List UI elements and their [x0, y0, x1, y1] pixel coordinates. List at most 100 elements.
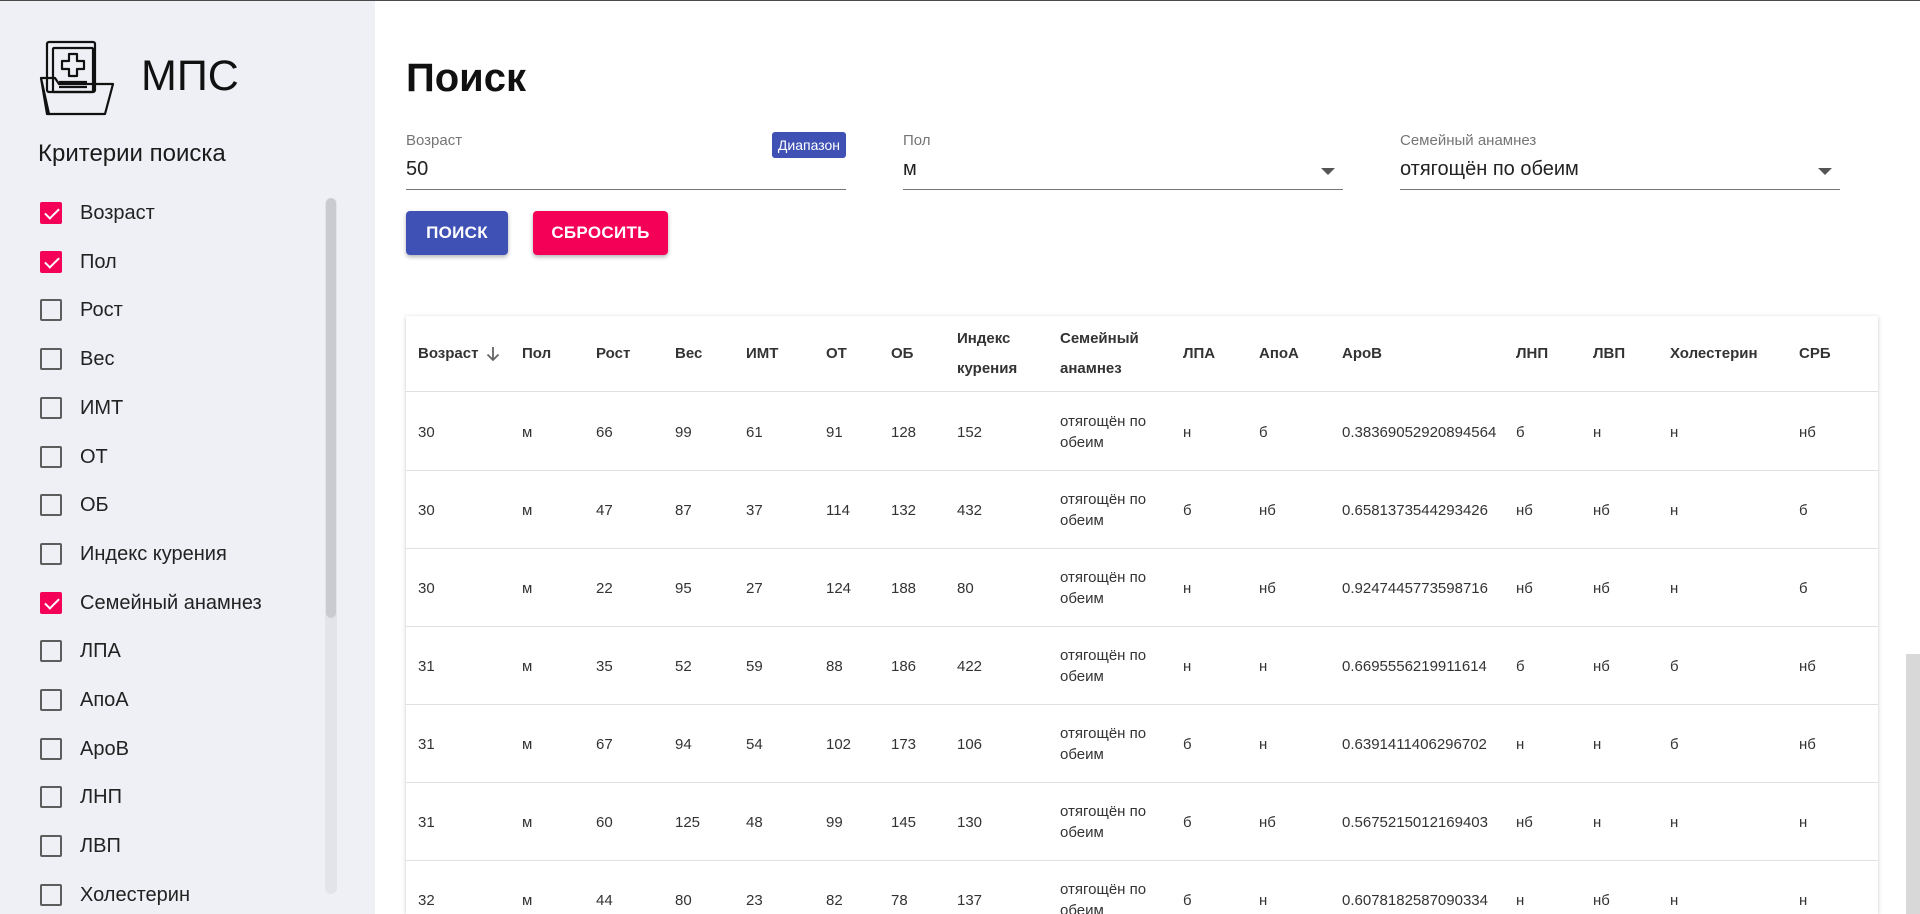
table-cell: б — [1259, 423, 1268, 441]
column-header[interactable]: ИМТ — [746, 316, 778, 392]
range-chip[interactable]: Диапазон — [771, 132, 846, 158]
checkbox[interactable] — [40, 689, 62, 711]
table-cell: нб — [1259, 813, 1276, 831]
criteria-item[interactable]: ИМТ — [40, 393, 123, 423]
checkbox[interactable] — [40, 299, 62, 321]
criteria-item[interactable]: ЛНП — [40, 782, 122, 812]
column-header[interactable]: ЛНП — [1516, 316, 1548, 392]
chevron-down-icon[interactable] — [1321, 168, 1335, 175]
column-header[interactable]: ЛПА — [1183, 316, 1215, 392]
table-cell: отягощён по обеим — [1060, 413, 1147, 451]
table-cell: 35 — [596, 657, 613, 675]
criteria-item[interactable]: АроВ — [40, 734, 129, 764]
table-row[interactable]: 31 м 67 94 54 102 173 106 отягощён по обеим б н 0.6… — [406, 705, 1878, 783]
table-cell: 124 — [826, 579, 852, 597]
family-history-select-value[interactable]: отягощён по обеим — [1400, 158, 1579, 181]
table-cell: м — [522, 813, 533, 831]
checkbox[interactable] — [40, 543, 62, 565]
family-history-select[interactable]: Семейный анамнез отягощён по обеим — [1400, 130, 1840, 190]
checkbox[interactable] — [40, 446, 62, 468]
table-row[interactable]: 30 м 66 99 61 91 128 152 отягощён по обеим н б 0.38… — [406, 393, 1878, 471]
column-header-label: ЛНП — [1516, 345, 1549, 362]
sidebar-scrollbar-thumb[interactable] — [326, 198, 336, 618]
criteria-item[interactable]: ЛВП — [40, 831, 121, 861]
search-button[interactable]: ПОИСК — [406, 211, 508, 255]
column-header[interactable]: ЛВП — [1593, 316, 1625, 392]
criteria-item[interactable]: АпоА — [40, 685, 129, 715]
checkbox[interactable] — [40, 640, 62, 662]
table-cell: н — [1259, 891, 1268, 909]
criteria-label: Индекс курения — [80, 542, 227, 565]
table-row[interactable]: 30 м 47 87 37 114 132 432 отягощён по обеим б нб 0.… — [406, 471, 1878, 549]
table-row[interactable]: 31 м 35 52 59 88 186 422 отягощён по обеим н н 0.66… — [406, 627, 1878, 705]
table-cell: б — [1183, 735, 1192, 753]
table-cell: б — [1183, 501, 1192, 519]
column-header[interactable]: АроВ — [1342, 316, 1382, 392]
sex-select[interactable]: Пол м — [903, 130, 1343, 190]
criteria-item[interactable]: ОБ — [40, 490, 109, 520]
table-cell: 44 — [596, 891, 613, 909]
age-field-value[interactable]: 50 — [406, 158, 428, 181]
criteria-item[interactable]: Рост — [40, 295, 123, 325]
column-header-label: ЛВП — [1593, 345, 1626, 362]
checkbox[interactable] — [40, 348, 62, 370]
sex-select-value[interactable]: м — [903, 158, 917, 181]
checkbox-checked[interactable] — [40, 251, 62, 273]
column-header[interactable]: АпоА — [1259, 316, 1299, 392]
criteria-item[interactable]: ЛПА — [40, 636, 121, 666]
column-header[interactable]: ОБ — [891, 316, 913, 392]
column-header[interactable]: Вес — [675, 316, 702, 392]
reset-button[interactable]: СБРОСИТЬ — [533, 211, 668, 255]
table-row[interactable]: 31 м 60 125 48 99 145 130 отягощён по обеим б нб 0.… — [406, 783, 1878, 861]
family-history-select-label: Семейный анамнез — [1400, 132, 1537, 149]
table-row[interactable]: 30 м 22 95 27 124 188 80 отягощён по обеим н нб 0.9… — [406, 549, 1878, 627]
table-cell: 114 — [826, 501, 850, 519]
checkbox[interactable] — [40, 835, 62, 857]
criteria-item[interactable]: Холестерин — [40, 880, 190, 910]
table-cell: н — [1259, 735, 1268, 753]
table-cell: н — [1183, 579, 1192, 597]
table-cell: 60 — [596, 813, 613, 831]
criteria-item[interactable]: Семейный анамнез — [40, 588, 262, 618]
table-row[interactable]: 32 м 44 80 23 82 78 137 отягощён по обеим б н 0.607… — [406, 861, 1878, 914]
column-header[interactable]: Пол — [522, 316, 551, 392]
checkbox-checked[interactable] — [40, 592, 62, 614]
criteria-item[interactable]: ОТ — [40, 442, 108, 472]
checkbox[interactable] — [40, 738, 62, 760]
table-cell: м — [522, 891, 533, 909]
table-cell: отягощён по обеим — [1060, 725, 1147, 763]
checkbox[interactable] — [40, 786, 62, 808]
table-cell: нб — [1593, 501, 1610, 519]
table-cell: 99 — [675, 423, 692, 441]
column-header[interactable]: ОТ — [826, 316, 847, 392]
table-cell: 66 — [596, 423, 613, 441]
table-cell: н — [1183, 423, 1192, 441]
column-header[interactable]: Холестерин — [1670, 316, 1758, 392]
criteria-item[interactable]: Вес — [40, 344, 114, 374]
checkbox-checked[interactable] — [40, 202, 62, 224]
column-header[interactable]: Рост — [596, 316, 630, 392]
criteria-item[interactable]: Пол — [40, 247, 117, 277]
column-header[interactable]: Семейный анамнез — [1060, 316, 1150, 392]
checkbox[interactable] — [40, 884, 62, 906]
chevron-down-icon[interactable] — [1818, 168, 1832, 175]
criteria-item[interactable]: Индекс курения — [40, 539, 227, 569]
table-cell: н — [1593, 735, 1602, 753]
table-cell: 422 — [957, 657, 983, 675]
table-cell: б — [1670, 657, 1679, 675]
sort-arrow-down-icon[interactable] — [486, 346, 500, 362]
column-header[interactable]: СРБ — [1799, 316, 1831, 392]
age-field[interactable]: Возраст 50 Диапазон — [406, 130, 846, 190]
table-cell: 188 — [891, 579, 917, 597]
checkbox[interactable] — [40, 494, 62, 516]
page-scrollbar[interactable] — [1906, 654, 1920, 914]
checkbox[interactable] — [40, 397, 62, 419]
column-header[interactable]: Возраст — [418, 316, 500, 392]
column-header[interactable]: Индекс курения — [957, 316, 1027, 392]
criteria-label: ОБ — [80, 493, 109, 516]
table-cell: 31 — [418, 813, 435, 831]
table-cell: 37 — [746, 501, 763, 519]
table-cell: 78 — [891, 891, 908, 909]
criteria-item[interactable]: Возраст — [40, 198, 155, 228]
table-cell: б — [1516, 423, 1525, 441]
